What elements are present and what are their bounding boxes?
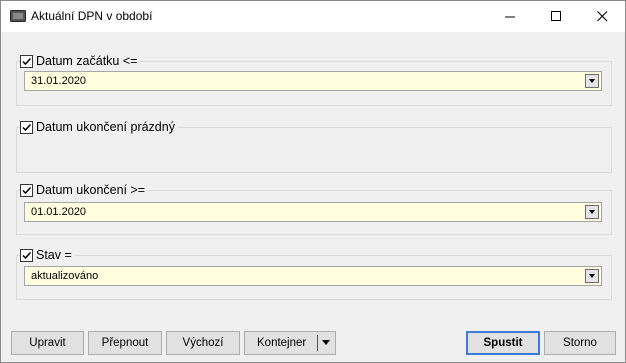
start-date-combo[interactable]: 31.01.2020 xyxy=(24,71,602,91)
checkmark-icon xyxy=(22,57,32,65)
checkmark-icon xyxy=(22,123,32,131)
checkbox-status[interactable] xyxy=(20,248,33,262)
run-button[interactable]: Spustit xyxy=(466,331,540,355)
maximize-icon xyxy=(550,11,561,21)
checkmark-icon xyxy=(22,186,32,194)
container-button-label: Kontejner xyxy=(257,337,307,349)
status-combo[interactable]: aktualizováno xyxy=(24,266,602,286)
title-bar: Aktuální DPN v období xyxy=(1,1,625,32)
container-split-button[interactable]: Kontejner xyxy=(244,331,336,355)
filter-status-toggle[interactable]: Stav = xyxy=(20,248,75,262)
close-button[interactable] xyxy=(579,1,625,32)
app-icon xyxy=(10,10,26,22)
default-button[interactable]: Výchozí xyxy=(166,331,240,355)
filter-start-date-toggle[interactable]: Datum začátku <= xyxy=(20,54,141,68)
combo-value: 31.01.2020 xyxy=(31,75,87,87)
edit-button[interactable]: Upravit xyxy=(11,331,84,355)
dropdown-arrow-icon[interactable] xyxy=(322,340,331,346)
switch-button[interactable]: Přepnout xyxy=(88,331,162,355)
checkbox-start-date[interactable] xyxy=(20,54,33,68)
dialog-window: Aktuální DPN v období Datum začátku <= 3… xyxy=(0,0,626,363)
checkmark-icon xyxy=(22,251,32,259)
end-date-combo[interactable]: 01.01.2020 xyxy=(24,202,602,222)
filter-label: Stav = xyxy=(36,248,72,262)
filter-end-date-toggle[interactable]: Datum ukončení >= xyxy=(20,183,149,197)
minimize-button[interactable] xyxy=(487,1,533,32)
window-title: Aktuální DPN v období xyxy=(31,9,153,23)
combo-value: 01.01.2020 xyxy=(31,206,87,218)
checkbox-end-date-empty[interactable] xyxy=(20,120,33,134)
filter-label: Datum ukončení >= xyxy=(36,183,146,197)
filter-label: Datum ukončení prázdný xyxy=(36,120,175,134)
filter-end-date-empty-toggle[interactable]: Datum ukončení prázdný xyxy=(20,120,178,134)
cancel-button[interactable]: Storno xyxy=(544,331,616,355)
dropdown-arrow-icon[interactable] xyxy=(585,205,599,219)
close-icon xyxy=(596,11,607,22)
checkbox-end-date[interactable] xyxy=(20,183,33,197)
dropdown-arrow-icon[interactable] xyxy=(585,74,599,88)
filter-label: Datum začátku <= xyxy=(36,54,138,68)
maximize-button[interactable] xyxy=(533,1,579,32)
split-divider xyxy=(317,335,318,351)
combo-value: aktualizováno xyxy=(31,270,99,282)
minimize-icon xyxy=(504,16,515,18)
dropdown-arrow-icon[interactable] xyxy=(585,269,599,283)
